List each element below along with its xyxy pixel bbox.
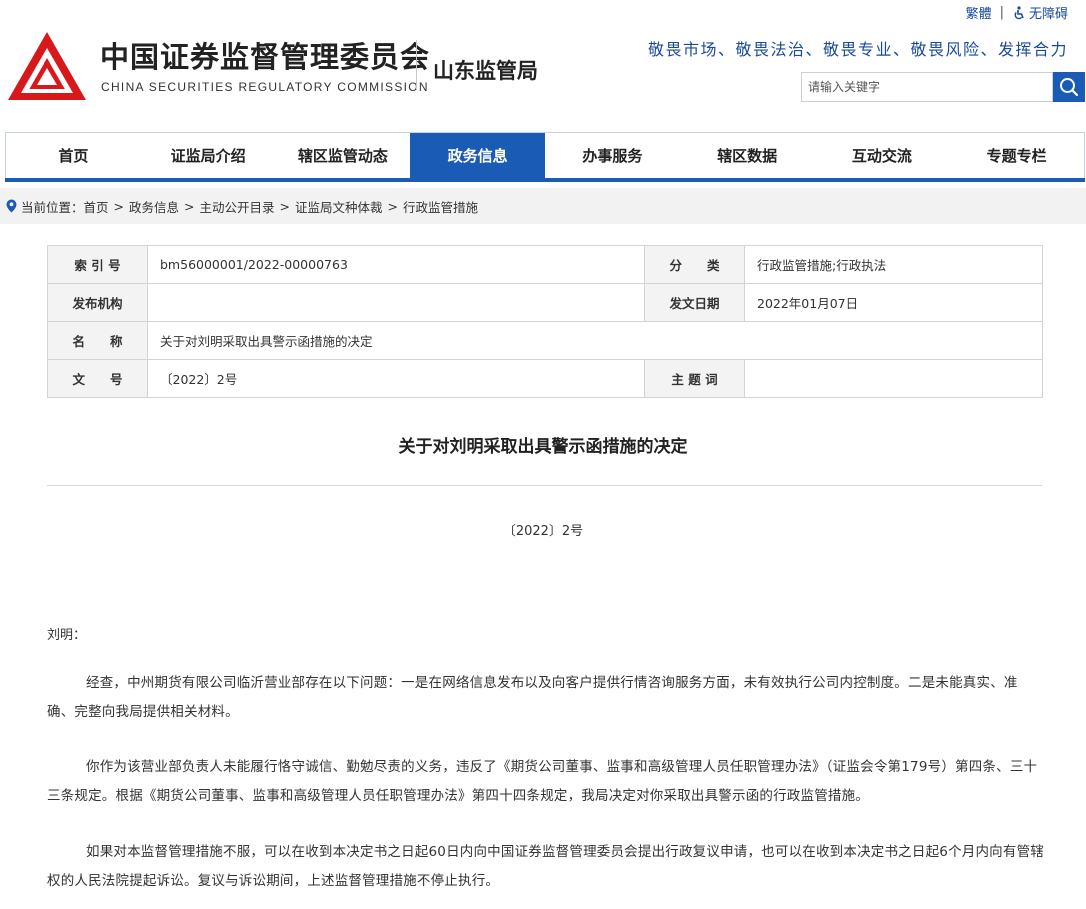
date-value: 2022年01月07日 bbox=[744, 283, 1043, 322]
breadcrumb-document-types[interactable]: 证监局文种体裁 bbox=[295, 197, 383, 216]
accessibility-link[interactable]: 无障碍 bbox=[1012, 3, 1068, 22]
title-label: 名 称 bbox=[47, 321, 148, 360]
category-value: 行政监管措施;行政执法 bbox=[744, 245, 1043, 284]
nav-item-bureau-intro[interactable]: 证监局介绍 bbox=[141, 133, 276, 178]
document-info-table: 索 引 号 bm56000001/2022-00000763 分 类 行政监管措… bbox=[47, 245, 1043, 398]
nav-item-interaction[interactable]: 互动交流 bbox=[815, 133, 950, 178]
site-name-cn: 中国证券监督管理委员会 bbox=[100, 40, 431, 74]
nav-item-government-info[interactable]: 政务信息 bbox=[410, 133, 545, 178]
breadcrumb-home[interactable]: 首页 bbox=[84, 197, 109, 216]
accessibility-icon bbox=[1014, 5, 1024, 19]
top-links: 繁體 | 无障碍 bbox=[966, 3, 1068, 22]
article-title: 关于对刘明采取出具警示函措施的决定 bbox=[398, 437, 688, 457]
title-value: 关于对刘明采取出具警示函措施的决定 bbox=[147, 321, 1043, 360]
topbar-separator: | bbox=[999, 5, 1004, 20]
table-row: 文 号 〔2022〕2号 主 题 词 bbox=[47, 359, 1043, 398]
location-pin-icon bbox=[6, 199, 17, 213]
site-name-en: CHINA SECURITIES REGULATORY COMMISSION bbox=[101, 80, 429, 94]
article-paragraph: 你作为该营业部负责人未能履行恪守诚信、勤勉尽责的义务，违反了《期货公司董事、监事… bbox=[47, 759, 1038, 804]
date-label: 发文日期 bbox=[644, 283, 745, 322]
category-label: 分 类 bbox=[644, 245, 745, 284]
breadcrumb-separator: > bbox=[184, 198, 195, 214]
site-header: 繁體 | 无障碍 中国证券监督管理委员会 CHINA SECURITIES RE… bbox=[0, 0, 1086, 130]
keywords-value bbox=[744, 359, 1043, 398]
nav-item-regional-data[interactable]: 辖区数据 bbox=[680, 133, 815, 178]
nav-item-special-topics[interactable]: 专题专栏 bbox=[949, 133, 1084, 178]
slogan: 敬畏市场、敬畏法治、敬畏专业、敬畏风险、发挥合力 bbox=[647, 40, 1068, 59]
accessibility-label: 无障碍 bbox=[1028, 7, 1068, 22]
index-label: 索 引 号 bbox=[47, 245, 148, 284]
search-input[interactable] bbox=[801, 72, 1053, 102]
breadcrumb-prefix: 当前位置： bbox=[21, 199, 84, 215]
keywords-label: 主 题 词 bbox=[644, 359, 745, 398]
title-divider bbox=[47, 485, 1042, 486]
docno-label: 文 号 bbox=[47, 359, 148, 398]
breadcrumb-separator: > bbox=[113, 198, 125, 214]
logo-divider bbox=[416, 40, 417, 90]
article-paragraph: 经查，中州期货有限公司临沂营业部存在以下问题：一是在网络信息发布以及向客户提供行… bbox=[47, 675, 1018, 720]
breadcrumb-public-catalog[interactable]: 主动公开目录 bbox=[200, 197, 275, 216]
index-value: bm56000001/2022-00000763 bbox=[147, 245, 645, 284]
search-button[interactable] bbox=[1053, 72, 1085, 102]
breadcrumb: 当前位置： 首页 > 政务信息 > 主动公开目录 > 证监局文种体裁 > 行政监… bbox=[0, 188, 1086, 224]
docno-value: 〔2022〕2号 bbox=[147, 359, 645, 398]
issuer-label: 发布机构 bbox=[47, 283, 148, 322]
nav-underline bbox=[5, 178, 1085, 182]
table-row: 索 引 号 bm56000001/2022-00000763 分 类 行政监管措… bbox=[47, 245, 1043, 284]
search-icon bbox=[1060, 78, 1079, 97]
breadcrumb-government-info[interactable]: 政务信息 bbox=[129, 197, 179, 216]
article-salutation: 刘明： bbox=[47, 628, 87, 643]
main-nav: 首页 证监局介绍 辖区监管动态 政务信息 办事服务 辖区数据 互动交流 专题专栏 bbox=[5, 132, 1085, 178]
csrc-emblem-icon[interactable] bbox=[6, 30, 88, 102]
issuer-value bbox=[147, 283, 645, 322]
breadcrumb-separator: > bbox=[279, 198, 291, 214]
nav-item-regional-supervision[interactable]: 辖区监管动态 bbox=[276, 133, 411, 178]
table-row: 发布机构 发文日期 2022年01月07日 bbox=[47, 283, 1043, 322]
nav-item-home[interactable]: 首页 bbox=[6, 133, 141, 178]
bureau-name: 山东监管局 bbox=[433, 59, 538, 83]
breadcrumb-admin-measures[interactable]: 行政监管措施 bbox=[403, 197, 478, 216]
article-doc-number: 〔2022〕2号 bbox=[502, 524, 584, 539]
article-paragraph: 如果对本监督管理措施不服，可以在收到本决定书之日起60日内向中国证券监督管理委员… bbox=[47, 844, 1044, 889]
nav-item-services[interactable]: 办事服务 bbox=[545, 133, 680, 178]
traditional-chinese-link[interactable]: 繁體 bbox=[966, 3, 992, 22]
table-row: 名 称 关于对刘明采取出具警示函措施的决定 bbox=[47, 321, 1043, 360]
breadcrumb-separator: > bbox=[387, 198, 399, 214]
